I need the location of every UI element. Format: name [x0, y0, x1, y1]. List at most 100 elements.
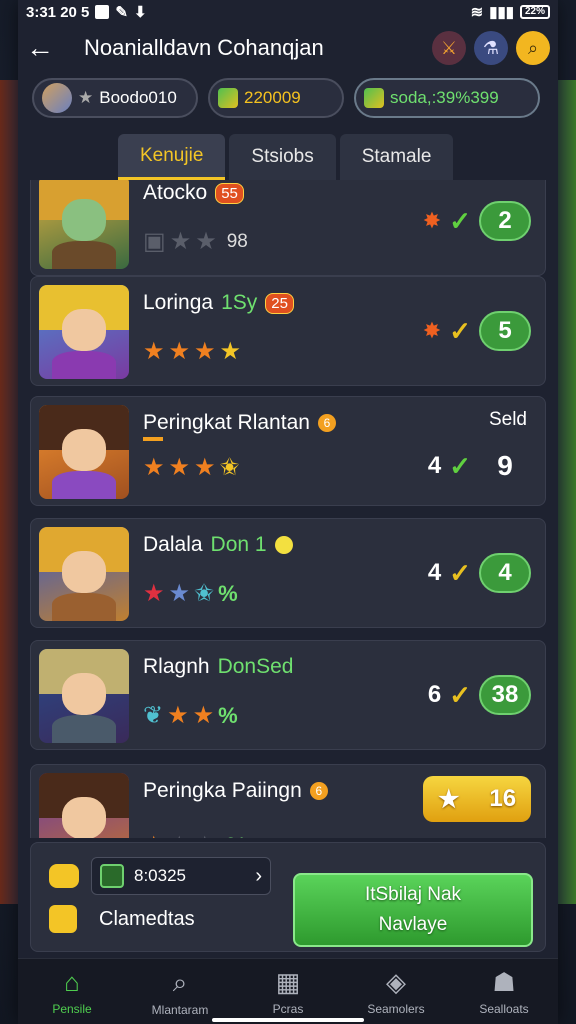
hero-tag: Don 1 — [210, 533, 267, 556]
star-icon: ★ — [169, 831, 191, 838]
profile-pill[interactable]: ★ Boodo010 — [32, 78, 198, 118]
score-badge[interactable]: 4 — [479, 553, 531, 593]
hero-name: Atocko — [143, 181, 208, 204]
gems-value: soda,:39%399 — [390, 88, 499, 107]
percent-label: % — [218, 580, 238, 606]
hero-name: Dalala — [143, 533, 203, 556]
star-icon: ★ — [437, 785, 460, 813]
potion-icon[interactable]: ⚗ — [474, 31, 508, 65]
list-item[interactable]: Peringkat Rlantan 6 ★ ★ ★ ✬ Seld 4 ✓ 9 — [30, 396, 546, 506]
reward-badge[interactable]: ★ 16 — [423, 776, 531, 822]
avatar — [42, 83, 72, 113]
score-value[interactable]: 9 — [479, 450, 531, 482]
level-badge: 55 — [215, 182, 244, 204]
signal-icon: ▮▮▮ — [489, 4, 514, 21]
star-icon: ★ — [143, 454, 165, 481]
timer-box[interactable]: 8:0325 › — [91, 857, 271, 895]
check-icon: ✓ — [449, 205, 471, 236]
chat-icon: ✎ — [115, 4, 128, 21]
nav-home[interactable]: ⌂ Pensile — [22, 967, 122, 1016]
shop-icon: ◈ — [386, 967, 406, 997]
swords-icon[interactable]: ⚔ — [432, 31, 466, 65]
star-icon: ★ — [78, 88, 94, 107]
list-item[interactable]: Atocko 55 ▣ ★ ★ 98 ✸ ✓ 2 — [30, 180, 546, 276]
gem-icon — [364, 88, 384, 108]
level-badge: 25 — [265, 292, 294, 314]
claim-label: Clamedtas — [99, 907, 195, 930]
battery-icon — [100, 864, 124, 888]
check-icon: ✓ — [449, 315, 471, 346]
score-badge[interactable]: 5 — [479, 311, 531, 351]
star-icon: ★ — [169, 228, 192, 255]
hero-list: Atocko 55 ▣ ★ ★ 98 ✸ ✓ 2 Loringa 1Sy 25 … — [30, 180, 546, 838]
notification-icon — [95, 5, 110, 19]
building-icon: ▦ — [275, 967, 301, 997]
wifi-icon: ≋ — [470, 4, 484, 21]
star-icon: ★ — [195, 228, 217, 255]
hero-name: Peringka Paiingn — [143, 779, 302, 802]
score-badge[interactable]: 2 — [479, 201, 531, 241]
star-icon: ★ — [168, 454, 191, 481]
gems-pill[interactable]: soda,:39%399 — [354, 78, 540, 118]
check-icon: ✓ — [449, 679, 471, 710]
profile-value: Boodo010 — [99, 88, 177, 107]
nav-building[interactable]: ▦ Pcras — [238, 967, 338, 1016]
star-icon: ★ — [143, 580, 165, 607]
search-icon[interactable]: ⌕ — [516, 31, 550, 65]
hero-portrait — [39, 180, 129, 269]
check-icon: ✓ — [449, 557, 471, 588]
coin-icon — [274, 536, 293, 554]
list-item[interactable]: Rlagnh DonSed ❦ ★ ★ % 6 ✓ 38 — [30, 640, 546, 750]
bottom-nav: ⌂ Pensile ⌕ Mlantaram ▦ Pcras ◈ Seamoler… — [18, 958, 558, 1024]
percent-label: % — [218, 702, 238, 728]
tab-stamale[interactable]: Stamale — [339, 134, 454, 180]
tab-kenujie[interactable]: Kenujie — [118, 134, 226, 180]
rating-value: 4 — [427, 559, 442, 586]
frame-icon: ▣ — [143, 228, 166, 255]
hero-portrait — [39, 527, 129, 621]
score-badge[interactable]: 38 — [479, 675, 531, 715]
claim-button[interactable]: ItSbilaj Nak Navlaye — [293, 873, 533, 947]
nav-profile[interactable]: ☗ Sealloats — [454, 967, 554, 1016]
list-item[interactable]: Dalala Don 1 ★ ★ ✬ % 4 ✓ 4 — [30, 518, 546, 628]
download-icon: ⬇ — [133, 4, 147, 21]
gold-pill[interactable]: 220009 — [208, 78, 344, 118]
hero-portrait — [39, 649, 129, 743]
leaf-icon: ❦ — [143, 702, 164, 729]
star-icon: ★ — [219, 338, 242, 365]
tab-stsiobs[interactable]: Stsiobs — [229, 134, 336, 180]
reward-value: 16 — [489, 785, 517, 812]
star-icon: ★ — [192, 702, 215, 729]
level-badge: 6 — [317, 414, 336, 432]
rating-value: 6 — [427, 681, 442, 708]
star-rating: ❦ ★ ★ % — [143, 701, 238, 730]
list-item[interactable]: Peringka Paiingn 6 ★ ★ ★ 81 ★ 16 — [30, 764, 546, 838]
hero-tag: 1Sy — [221, 291, 258, 314]
back-arrow-icon[interactable]: ← — [26, 32, 66, 64]
tab-bar: Kenujie Stsiobs Stamale — [18, 124, 558, 180]
star-count: 81 — [226, 835, 247, 839]
search-icon: ⌕ — [172, 966, 188, 997]
battery-icon: 22% — [519, 5, 550, 19]
header: ← Noanialldavn Cohanqjan ⚔ ⚗ ⌕ — [18, 24, 558, 72]
star-rating: ★ ★ ✬ % — [143, 579, 238, 608]
shield-icon — [49, 905, 77, 933]
list-item[interactable]: Loringa 1Sy 25 ★ ★ ★ ★ ✸ ✓ 5 — [30, 276, 546, 386]
flame-icon: ✸ — [422, 208, 442, 233]
hero-name: Loringa — [143, 291, 214, 314]
hero-name: Rlagnh — [143, 655, 210, 678]
rating-value: 4 — [427, 452, 442, 479]
nav-shop[interactable]: ◈ Seamolers — [346, 967, 446, 1016]
star-icon: ✬ — [194, 580, 215, 607]
home-icon: ⌂ — [64, 967, 80, 997]
star-icon: ★ — [168, 338, 191, 365]
hero-portrait — [39, 285, 129, 379]
bottom-panel: 8:0325 › Clamedtas ItSbilaj Nak Navlaye — [30, 842, 546, 952]
currency-bar: ★ Boodo010 220009 soda,:39%399 — [18, 72, 558, 124]
status-time: 3:31 20 5 — [26, 3, 90, 21]
home-indicator[interactable] — [212, 1018, 364, 1022]
ticket-icon — [49, 864, 79, 888]
star-icon: ✬ — [219, 454, 240, 481]
star-count: 98 — [226, 230, 248, 252]
nav-search[interactable]: ⌕ Mlantaram — [130, 967, 230, 1017]
